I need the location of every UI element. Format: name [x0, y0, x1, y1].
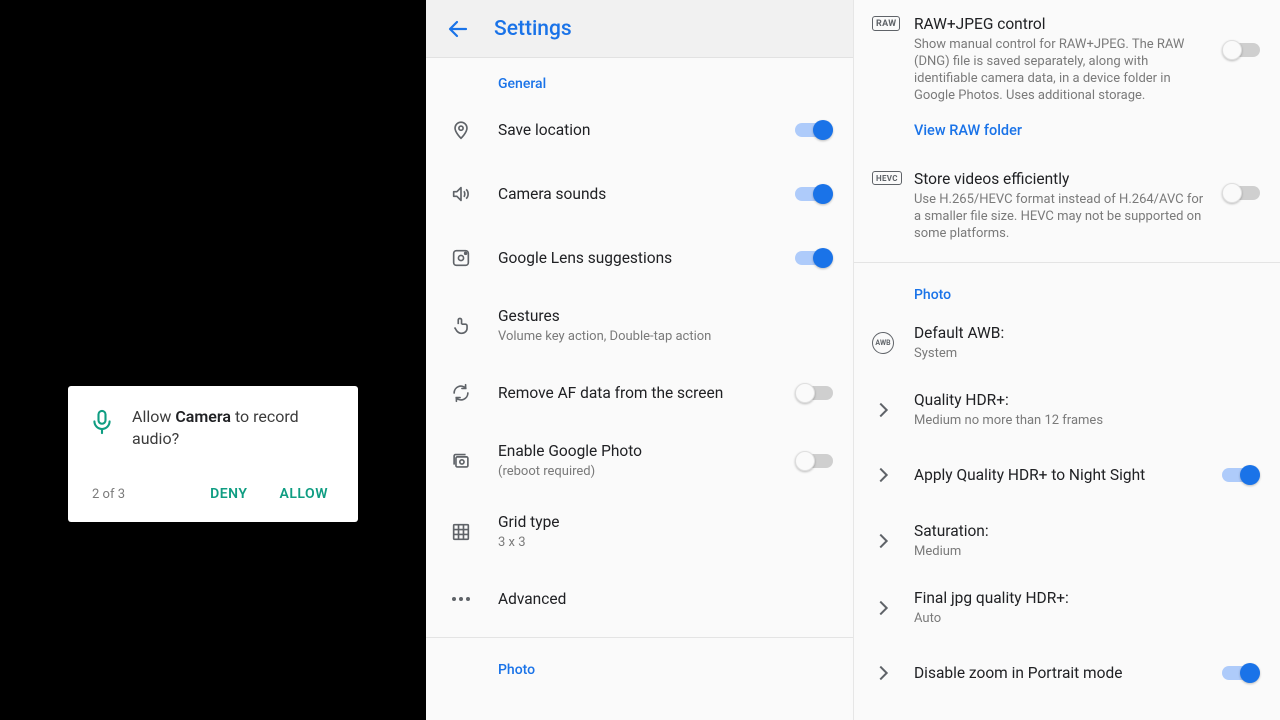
row-advanced[interactable]: Advanced	[426, 567, 853, 631]
settings-pane-advanced: RAW RAW+JPEG control Show manual control…	[854, 0, 1280, 720]
row-title: RAW+JPEG control	[914, 14, 1210, 34]
toggle-hevc[interactable]	[1222, 181, 1260, 205]
chevron-right-icon	[872, 662, 914, 684]
row-title: Advanced	[498, 589, 833, 609]
chevron-right-icon	[872, 530, 914, 552]
row-title: Disable zoom in Portrait mode	[914, 663, 1210, 683]
row-title: Save location	[498, 120, 783, 140]
microphone-icon	[88, 408, 116, 436]
toggle-camera-sounds[interactable]	[795, 182, 833, 206]
row-subtitle: 3 x 3	[498, 534, 833, 551]
chevron-right-icon	[872, 399, 914, 421]
touch-icon	[450, 315, 498, 337]
settings-title: Settings	[494, 17, 572, 41]
back-arrow-icon[interactable]	[446, 17, 470, 41]
permission-text: Allow Camera to record audio?	[132, 406, 338, 450]
row-enable-google-photo[interactable]: Enable Google Photo (reboot required)	[426, 425, 853, 496]
speaker-icon	[450, 183, 498, 205]
row-title: Quality HDR+:	[914, 390, 1260, 410]
row-title: Enable Google Photo	[498, 441, 783, 461]
row-title: Camera sounds	[498, 184, 783, 204]
row-save-location[interactable]: Save location	[426, 98, 853, 162]
photo-stack-icon	[450, 450, 498, 472]
deny-button[interactable]: DENY	[200, 478, 257, 510]
row-remove-af[interactable]: Remove AF data from the screen	[426, 361, 853, 425]
row-title: Apply Quality HDR+ to Night Sight	[914, 465, 1210, 485]
row-subtitle: Volume key action, Double-tap action	[498, 328, 833, 345]
raw-badge-icon: RAW	[872, 14, 914, 31]
row-gestures[interactable]: Gestures Volume key action, Double-tap a…	[426, 290, 853, 361]
row-camera-sounds[interactable]: Camera sounds	[426, 162, 853, 226]
section-photo-label: Photo	[426, 644, 853, 684]
hevc-badge-icon: HEVC	[872, 169, 914, 185]
awb-icon: AWB	[872, 332, 914, 354]
row-disable-portrait-zoom[interactable]: Disable zoom in Portrait mode	[854, 641, 1280, 705]
divider	[426, 637, 853, 638]
row-subtitle: Use H.265/HEVC format instead of H.264/A…	[914, 191, 1210, 242]
sync-icon	[450, 382, 498, 404]
toggle-apply-night-sight[interactable]	[1222, 463, 1260, 487]
toggle-portrait-zoom[interactable]	[1222, 661, 1260, 685]
toggle-google-photo[interactable]	[795, 449, 833, 473]
row-subtitle: Medium	[914, 543, 1260, 560]
toggle-remove-af[interactable]	[795, 381, 833, 405]
row-default-awb[interactable]: AWB Default AWB: System	[854, 309, 1280, 376]
row-title: Gestures	[498, 306, 833, 326]
row-title: Saturation:	[914, 521, 1260, 541]
row-subtitle: (reboot required)	[498, 463, 783, 480]
toggle-save-location[interactable]	[795, 118, 833, 142]
row-title: Default AWB:	[914, 323, 1260, 343]
row-final-jpg-quality[interactable]: Final jpg quality HDR+: Auto	[854, 574, 1280, 641]
section-general-label: General	[426, 58, 853, 98]
toggle-google-lens[interactable]	[795, 246, 833, 270]
row-quality-hdr[interactable]: Quality HDR+: Medium no more than 12 fra…	[854, 376, 1280, 443]
row-title: Final jpg quality HDR+:	[914, 588, 1260, 608]
permission-dialog: Allow Camera to record audio? 2 of 3 DEN…	[68, 386, 358, 522]
row-subtitle: Medium no more than 12 frames	[914, 412, 1260, 429]
row-grid-type[interactable]: Grid type 3 x 3	[426, 496, 853, 567]
grid-icon	[450, 521, 498, 543]
row-title: Google Lens suggestions	[498, 248, 783, 268]
row-title: Grid type	[498, 512, 833, 532]
row-raw-jpeg[interactable]: RAW RAW+JPEG control Show manual control…	[854, 0, 1280, 118]
toggle-raw-jpeg[interactable]	[1222, 38, 1260, 62]
more-horizontal-icon	[450, 597, 498, 601]
row-saturation[interactable]: Saturation: Medium	[854, 507, 1280, 574]
row-store-videos-efficiently[interactable]: HEVC Store videos efficiently Use H.265/…	[854, 155, 1280, 256]
settings-pane-general: Settings General Save location Camera so…	[426, 0, 854, 720]
location-pin-icon	[450, 119, 498, 141]
settings-header: Settings	[426, 0, 853, 58]
chevron-right-icon	[872, 597, 914, 619]
section-photo-label: Photo	[854, 269, 1280, 309]
chevron-right-icon	[872, 464, 914, 486]
row-subtitle: Show manual control for RAW+JPEG. The RA…	[914, 36, 1210, 104]
row-subtitle: Auto	[914, 610, 1260, 627]
row-title: Store videos efficiently	[914, 169, 1210, 189]
row-google-lens[interactable]: Google Lens suggestions	[426, 226, 853, 290]
row-subtitle: System	[914, 345, 1260, 362]
divider	[854, 262, 1280, 263]
view-raw-folder-link[interactable]: View RAW folder	[854, 118, 1280, 155]
lens-icon	[450, 247, 498, 269]
permission-counter: 2 of 3	[92, 487, 125, 502]
allow-button[interactable]: ALLOW	[270, 478, 338, 510]
camera-viewfinder-pane: Allow Camera to record audio? 2 of 3 DEN…	[0, 0, 426, 720]
row-apply-night-sight[interactable]: Apply Quality HDR+ to Night Sight	[854, 443, 1280, 507]
row-title: Remove AF data from the screen	[498, 383, 783, 403]
